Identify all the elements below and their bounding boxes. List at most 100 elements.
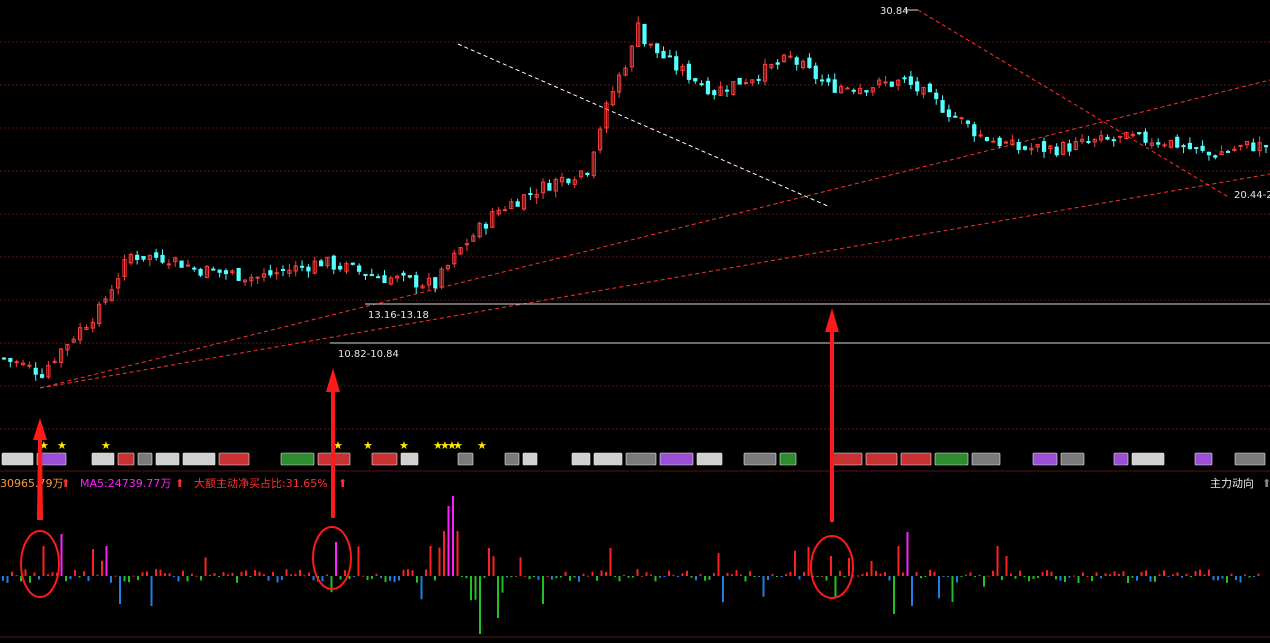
event-tag-icon <box>900 452 932 466</box>
main-force-bar <box>911 576 913 606</box>
candle-body <box>306 266 311 272</box>
main-force-bar <box>101 560 103 576</box>
main-force-bar <box>51 572 54 576</box>
candle-body <box>807 57 812 69</box>
candle-body <box>547 182 552 191</box>
main-force-bar <box>605 572 607 576</box>
candle-body <box>648 43 653 46</box>
event-tag-icon <box>280 452 315 466</box>
main-force-bar <box>992 570 994 576</box>
candle-body <box>274 272 279 275</box>
candle-body <box>179 260 184 268</box>
main-force-bar <box>1059 576 1062 581</box>
candle-body <box>642 23 647 45</box>
candle-body <box>255 276 260 279</box>
candle-body <box>350 262 355 265</box>
chart-canvas[interactable]: 13.16-13.18 10.82-10.84 30.84 20.44-2 ★ ★… <box>0 0 1270 643</box>
main-force-bar <box>303 575 306 577</box>
main-force-bar <box>555 576 558 579</box>
candle-body <box>299 265 305 268</box>
candle-body <box>908 76 913 85</box>
main-force-bar <box>384 576 387 583</box>
main-force-bar <box>29 576 31 583</box>
main-force-bar <box>146 571 148 576</box>
main-force-bar <box>717 553 720 576</box>
star-icon: ★ <box>399 439 409 452</box>
main-force-bar <box>1248 576 1251 578</box>
indicator-header: 30965.79万 ⬆ MA5:24739.77万 ⬆ 大额主动净买占比:31.… <box>0 470 1270 490</box>
main-force-bar <box>411 570 414 576</box>
main-force-bar <box>65 576 67 582</box>
candle-body <box>991 140 996 143</box>
main-force-bar <box>218 576 220 577</box>
main-force-bar <box>821 575 823 577</box>
main-force-bar <box>402 569 405 576</box>
event-tag-icon <box>218 452 250 466</box>
candle-body <box>27 364 32 367</box>
main-force-bar <box>240 571 243 576</box>
candle-body <box>502 209 508 212</box>
main-force-bar <box>1145 570 1147 576</box>
main-force-bar <box>983 576 985 587</box>
main-force-bar <box>1158 574 1161 576</box>
main-force-bar <box>258 571 261 576</box>
main-force-bar <box>618 576 621 582</box>
candle-body <box>1137 132 1142 135</box>
candle-body <box>154 252 159 258</box>
candle-body <box>1111 139 1116 142</box>
main-force-bar <box>1023 576 1026 577</box>
main-force-bar <box>375 573 378 576</box>
event-tag-icon <box>743 452 777 466</box>
candle-body <box>927 83 932 93</box>
main-force-bar <box>1230 573 1233 576</box>
main-force-bar <box>924 576 927 577</box>
candle-body <box>1016 142 1021 150</box>
main-force-bar <box>542 576 544 604</box>
main-force-bar <box>510 576 513 578</box>
main-force-bar <box>321 576 324 582</box>
candle-body <box>135 254 140 261</box>
main-force-bar <box>803 572 805 576</box>
main-force-bar <box>290 574 292 576</box>
main-force-bar <box>182 570 184 576</box>
candle-body <box>661 50 666 59</box>
candle-body <box>813 65 818 80</box>
main-force-bar <box>497 576 499 618</box>
main-force-bar <box>591 571 594 576</box>
candle-body <box>185 264 191 267</box>
main-force-bar <box>501 576 504 593</box>
trendline-lower-channel <box>39 173 1270 389</box>
candle-body <box>984 137 990 142</box>
indicator-panel-name[interactable]: 主力动向 <box>1210 476 1254 490</box>
star-icon: ★ <box>363 439 373 452</box>
main-force-bar <box>24 569 27 576</box>
main-force-bar <box>519 557 522 576</box>
main-force-bar <box>1154 576 1156 582</box>
star-icon: ★ <box>453 439 463 452</box>
candle-body <box>515 201 520 207</box>
ma5-up-arrow-icon: ⬆ <box>175 477 184 490</box>
main-force-bar <box>1185 573 1188 576</box>
main-force-bar <box>929 569 931 576</box>
main-force-bar <box>663 576 666 577</box>
candle-body <box>686 63 692 80</box>
main-force-bar <box>393 576 396 583</box>
candle-body <box>166 263 171 266</box>
main-force-bar <box>1073 575 1075 577</box>
event-tag-row[interactable] <box>1 452 1266 466</box>
candle-body <box>934 92 939 100</box>
candle-body <box>953 115 958 118</box>
main-force-bar <box>681 573 684 576</box>
main-force-bar <box>843 576 846 578</box>
main-force-bar <box>119 576 121 604</box>
main-force-bar <box>60 534 63 576</box>
candle-body <box>1213 155 1218 158</box>
main-force-bar <box>537 576 540 580</box>
candle-body <box>788 55 793 58</box>
candle-body <box>338 265 343 270</box>
main-force-bar <box>1086 575 1089 577</box>
main-force-bar <box>1014 576 1017 579</box>
panel-scroll-icon[interactable]: ⬆ <box>1262 477 1270 490</box>
event-tag-icon <box>571 452 591 466</box>
candle-body <box>965 120 971 124</box>
